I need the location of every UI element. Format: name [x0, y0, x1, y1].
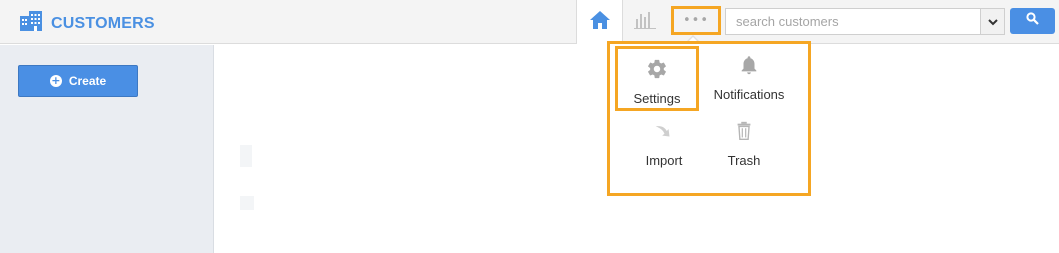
plus-circle-icon: +	[49, 74, 62, 87]
menu-item-trash[interactable]: Trash	[704, 120, 784, 168]
home-icon	[589, 10, 611, 35]
more-options-button[interactable]: •••	[671, 6, 721, 35]
menu-item-label: Trash	[727, 153, 761, 168]
search-filter-dropdown[interactable]	[981, 8, 1005, 35]
sidebar: + Create	[0, 45, 214, 253]
content-placeholder	[240, 145, 252, 167]
menu-item-import[interactable]: Import	[624, 120, 704, 168]
building-icon	[19, 10, 43, 37]
gear-icon	[646, 58, 668, 85]
reports-button[interactable]	[631, 9, 659, 35]
bar-chart-icon	[634, 11, 656, 34]
create-button-label: Create	[68, 74, 107, 88]
search-input[interactable]	[725, 8, 981, 35]
bell-icon	[738, 54, 760, 81]
menu-item-label: Settings	[633, 91, 681, 106]
create-button[interactable]: + Create	[18, 65, 138, 97]
content-placeholder	[240, 196, 254, 210]
search-icon	[1026, 12, 1039, 30]
menu-item-settings[interactable]: Settings	[615, 46, 699, 111]
chevron-down-icon	[987, 13, 998, 31]
app-brand: CUSTOMERS	[19, 10, 155, 37]
import-arrow-icon	[653, 120, 675, 147]
more-dots-icon: •••	[682, 13, 709, 28]
menu-item-notifications[interactable]: Notifications	[704, 54, 794, 102]
search-button[interactable]	[1010, 8, 1055, 34]
home-button[interactable]	[576, 0, 623, 44]
top-bar: CUSTOMERS •••	[0, 0, 1059, 44]
menu-item-label: Notifications	[713, 87, 785, 102]
more-options-menu: Settings Notifications Import Trash	[607, 41, 811, 196]
app-title: CUSTOMERS	[51, 14, 155, 32]
trash-icon	[733, 120, 755, 147]
menu-item-label: Import	[645, 153, 683, 168]
